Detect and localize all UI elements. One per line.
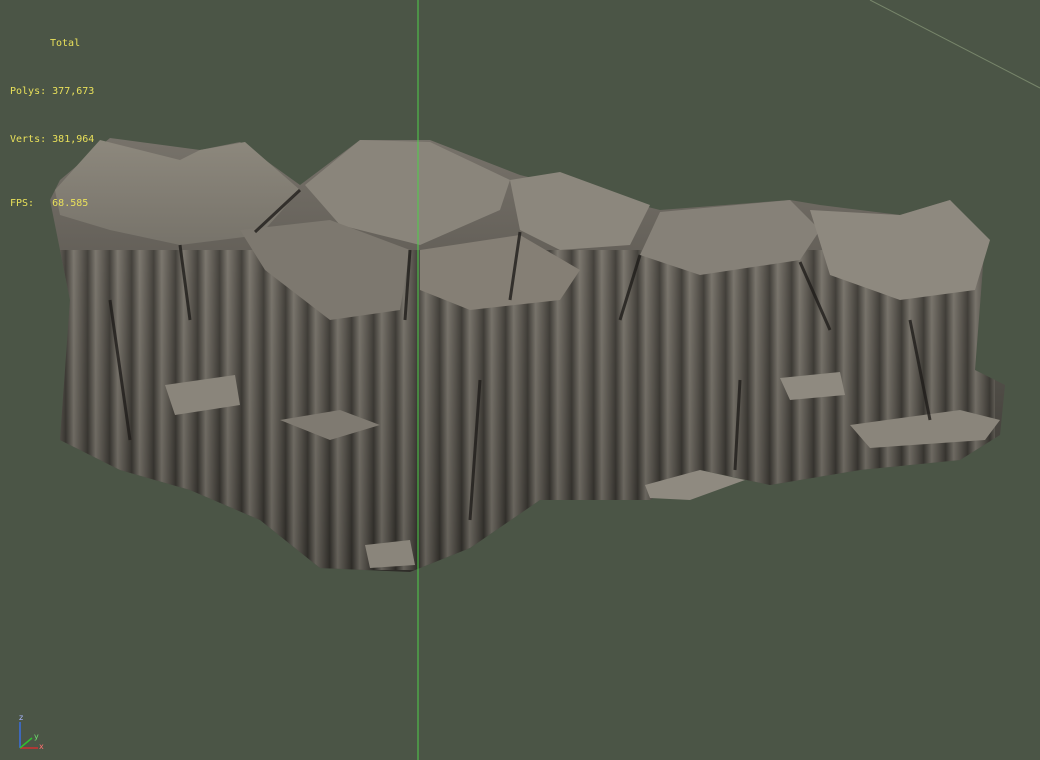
stats-header: Total <box>50 38 81 49</box>
axis-y-label: y <box>34 732 39 741</box>
grid-axis-line-diagonal <box>869 0 1040 89</box>
rock-cliff-model[interactable] <box>50 138 1005 572</box>
3d-viewport[interactable]: Total Polys: 377,673 Verts: 381,964 FPS:… <box>0 0 1040 760</box>
viewport-stats-overlay: Total Polys: 377,673 Verts: 381,964 FPS:… <box>10 4 94 244</box>
axis-tripod-icon <box>19 722 38 749</box>
stats-polys-row: Polys: 377,673 <box>10 84 94 100</box>
axis-tripod-gizmo: z x y <box>12 712 52 756</box>
axis-z-label: z <box>19 713 24 722</box>
axis-x-label: x <box>39 742 44 751</box>
stats-fps-row: FPS: 68.585 <box>10 196 94 212</box>
polys-label: Polys: <box>10 86 47 97</box>
viewport-scene[interactable] <box>0 0 1040 760</box>
verts-label: Verts: <box>10 134 47 145</box>
fps-label: FPS: <box>10 198 35 209</box>
verts-value: 381,964 <box>52 134 95 145</box>
polys-value: 377,673 <box>52 86 95 97</box>
fps-value: 68.585 <box>52 198 89 209</box>
stats-verts-row: Verts: 381,964 <box>10 132 94 148</box>
